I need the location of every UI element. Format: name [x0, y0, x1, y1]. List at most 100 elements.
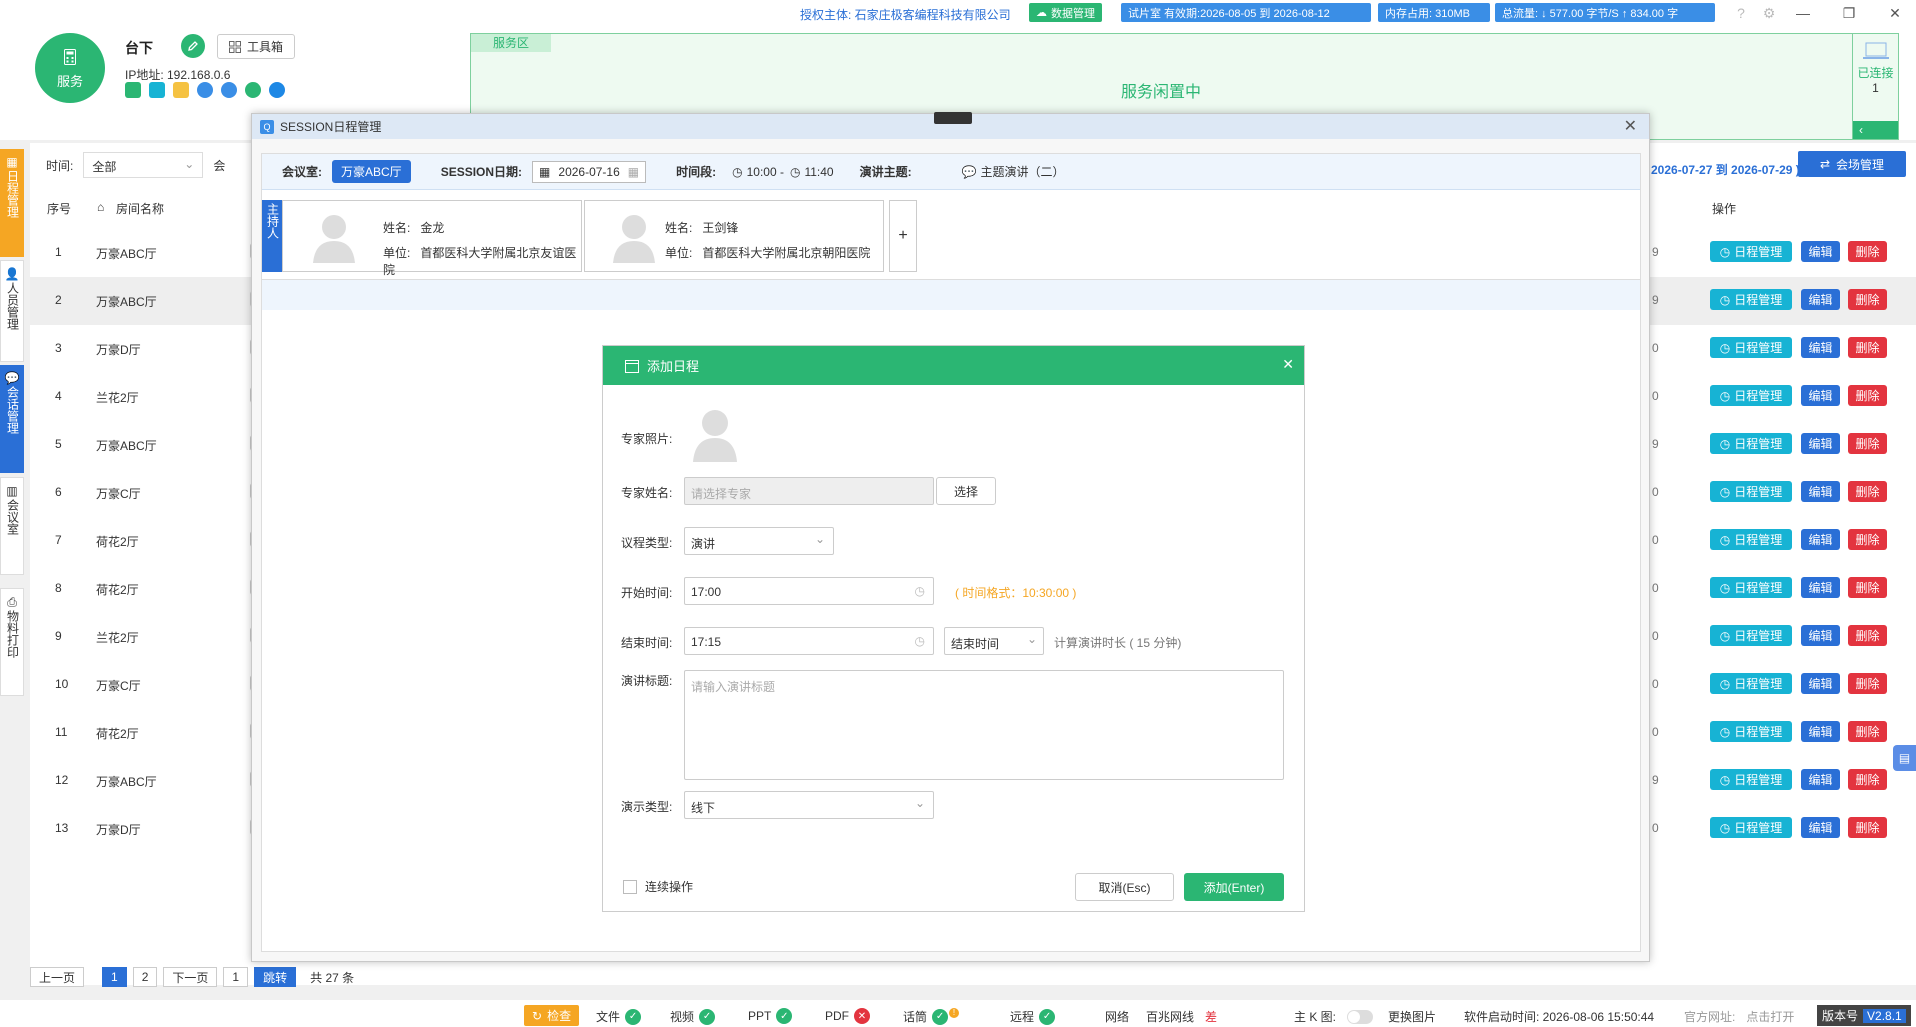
check-button[interactable]: ↻ 检查: [524, 1005, 580, 1026]
nav-print[interactable]: ⎙ 物料打印: [0, 588, 24, 696]
edit-button[interactable]: 编辑: [1801, 529, 1840, 550]
delete-button[interactable]: 删除: [1848, 337, 1887, 358]
schedule-header-strip: [262, 280, 1640, 310]
edit-button[interactable]: 编辑: [1801, 289, 1840, 310]
speaker-icon[interactable]: [125, 82, 141, 98]
delete-button[interactable]: 删除: [1848, 673, 1887, 694]
edit-station-button[interactable]: [181, 34, 205, 58]
schedule-button-label: 日程管理: [1734, 725, 1783, 739]
data-management-button[interactable]: ☁ 数据管理: [1029, 3, 1102, 22]
nav-people[interactable]: 👤 人员管理: [0, 260, 24, 362]
edit-button[interactable]: 编辑: [1801, 241, 1840, 262]
host-card[interactable]: 姓名: 王剑锋 单位: 首都医科大学附属北京朝阳医院: [584, 200, 884, 272]
change-image-link[interactable]: 更换图片: [1388, 1008, 1436, 1025]
schedule-button[interactable]: ◷ 日程管理: [1710, 241, 1792, 262]
prev-page-button[interactable]: 上一页: [30, 967, 85, 987]
host-card[interactable]: 姓名: 金龙 单位: 首都医科大学附属北京友谊医院: [282, 200, 582, 277]
session-close-icon[interactable]: ✕: [1624, 116, 1637, 136]
gear-icon[interactable]: ⚙: [1758, 2, 1780, 24]
delete-button[interactable]: 删除: [1848, 241, 1887, 262]
edit-button[interactable]: 编辑: [1801, 337, 1840, 358]
collapse-icon[interactable]: ‹: [1853, 121, 1898, 139]
presentation-type-select[interactable]: 线下 ⌄: [684, 791, 934, 819]
edit-button[interactable]: 编辑: [1801, 625, 1840, 646]
official-site-link[interactable]: 点击打开: [1746, 1008, 1794, 1025]
edit-button[interactable]: 编辑: [1801, 673, 1840, 694]
delete-button[interactable]: 删除: [1848, 577, 1887, 598]
continuous-option[interactable]: 连续操作: [623, 878, 693, 895]
schedule-button[interactable]: ◷ 日程管理: [1710, 433, 1792, 454]
settings-icon[interactable]: [197, 82, 213, 98]
edit-button[interactable]: 编辑: [1801, 385, 1840, 406]
date-field[interactable]: ▦ 2026-07-16 ▦: [532, 160, 647, 183]
edit-button[interactable]: 编辑: [1801, 577, 1840, 598]
next-page-button[interactable]: 下一页: [163, 967, 218, 987]
wechat-icon[interactable]: [245, 82, 261, 98]
delete-button[interactable]: 删除: [1848, 529, 1887, 550]
delete-button[interactable]: 删除: [1848, 481, 1887, 502]
expert-photo-placeholder[interactable]: [691, 406, 739, 462]
schedule-button[interactable]: ◷ 日程管理: [1710, 289, 1792, 310]
service-logo[interactable]: 服务: [35, 33, 105, 103]
continuous-checkbox[interactable]: [623, 879, 637, 894]
add-host-button[interactable]: +: [889, 200, 917, 272]
nav-room[interactable]: ▥ 会议室: [0, 477, 24, 575]
help-icon[interactable]: ?: [1730, 2, 1752, 24]
page-2-button[interactable]: 2: [132, 967, 158, 987]
folder-icon[interactable]: [173, 82, 189, 98]
page-1-button[interactable]: 1: [102, 967, 127, 987]
time-filter-select[interactable]: 全部 ⌄: [83, 152, 204, 178]
delete-button[interactable]: 删除: [1848, 289, 1887, 310]
floating-panel-icon[interactable]: ▤: [1893, 745, 1916, 771]
kmap-toggle[interactable]: [1347, 1009, 1374, 1024]
search-icon[interactable]: [269, 82, 285, 98]
schedule-button[interactable]: ◷ 日程管理: [1710, 673, 1792, 694]
talk-title-textarea[interactable]: 请输入演讲标题: [684, 670, 1284, 780]
connection-panel[interactable]: 已连接 1 ‹: [1852, 33, 1899, 140]
venue-management-button[interactable]: ⇄ 会场管理: [1798, 151, 1906, 177]
jump-page-input[interactable]: 1: [223, 967, 249, 987]
edit-button[interactable]: 编辑: [1801, 481, 1840, 502]
schedule-button[interactable]: ◷ 日程管理: [1710, 577, 1792, 598]
drag-handle[interactable]: [934, 112, 972, 124]
end-mode-select[interactable]: 结束时间 ⌄: [944, 627, 1044, 655]
schedule-button[interactable]: ◷ 日程管理: [1710, 337, 1792, 358]
select-expert-button[interactable]: 选择: [936, 477, 996, 505]
delete-button[interactable]: 删除: [1848, 625, 1887, 646]
delete-button[interactable]: 删除: [1848, 817, 1887, 838]
nav-schedule[interactable]: ▦ 日程管理: [0, 149, 24, 257]
network-quality: 差: [1205, 1010, 1218, 1024]
edit-button[interactable]: 编辑: [1801, 769, 1840, 790]
schedule-button[interactable]: ◷ 日程管理: [1710, 385, 1792, 406]
toolbox-button[interactable]: 工具箱: [217, 34, 295, 59]
restore-icon[interactable]: ❐: [1838, 2, 1860, 24]
start-time-input[interactable]: 17:00 ◷: [684, 577, 934, 605]
schedule-button[interactable]: ◷ 日程管理: [1710, 769, 1792, 790]
minimize-icon[interactable]: —: [1792, 2, 1814, 24]
globe-icon[interactable]: [221, 82, 237, 98]
schedule-button[interactable]: ◷ 日程管理: [1710, 817, 1792, 838]
cancel-button[interactable]: 取消(Esc): [1075, 873, 1174, 901]
dialog-close-icon[interactable]: ✕: [1282, 356, 1294, 373]
delete-button[interactable]: 删除: [1848, 433, 1887, 454]
edit-button[interactable]: 编辑: [1801, 721, 1840, 742]
nav-session[interactable]: 💬 会话管理: [0, 365, 24, 473]
edit-button[interactable]: 编辑: [1801, 817, 1840, 838]
add-button[interactable]: 添加(Enter): [1184, 873, 1284, 901]
schedule-button[interactable]: ◷ 日程管理: [1710, 529, 1792, 550]
end-time-input[interactable]: 17:15 ◷: [684, 627, 934, 655]
schedule-button[interactable]: ◷ 日程管理: [1710, 625, 1792, 646]
warning-icon: !: [949, 1007, 960, 1018]
agenda-type-select[interactable]: 演讲 ⌄: [684, 527, 834, 555]
delete-button[interactable]: 删除: [1848, 721, 1887, 742]
schedule-button[interactable]: ◷ 日程管理: [1710, 721, 1792, 742]
service-area-label: 服务区: [471, 34, 551, 52]
edit-button[interactable]: 编辑: [1801, 433, 1840, 454]
expert-name-input[interactable]: 请选择专家: [684, 477, 934, 505]
schedule-button[interactable]: ◷ 日程管理: [1710, 481, 1792, 502]
screen-icon[interactable]: [149, 82, 165, 98]
close-icon[interactable]: ✕: [1884, 2, 1906, 24]
delete-button[interactable]: 删除: [1848, 769, 1887, 790]
jump-button[interactable]: 跳转: [254, 967, 297, 987]
delete-button[interactable]: 删除: [1848, 385, 1887, 406]
